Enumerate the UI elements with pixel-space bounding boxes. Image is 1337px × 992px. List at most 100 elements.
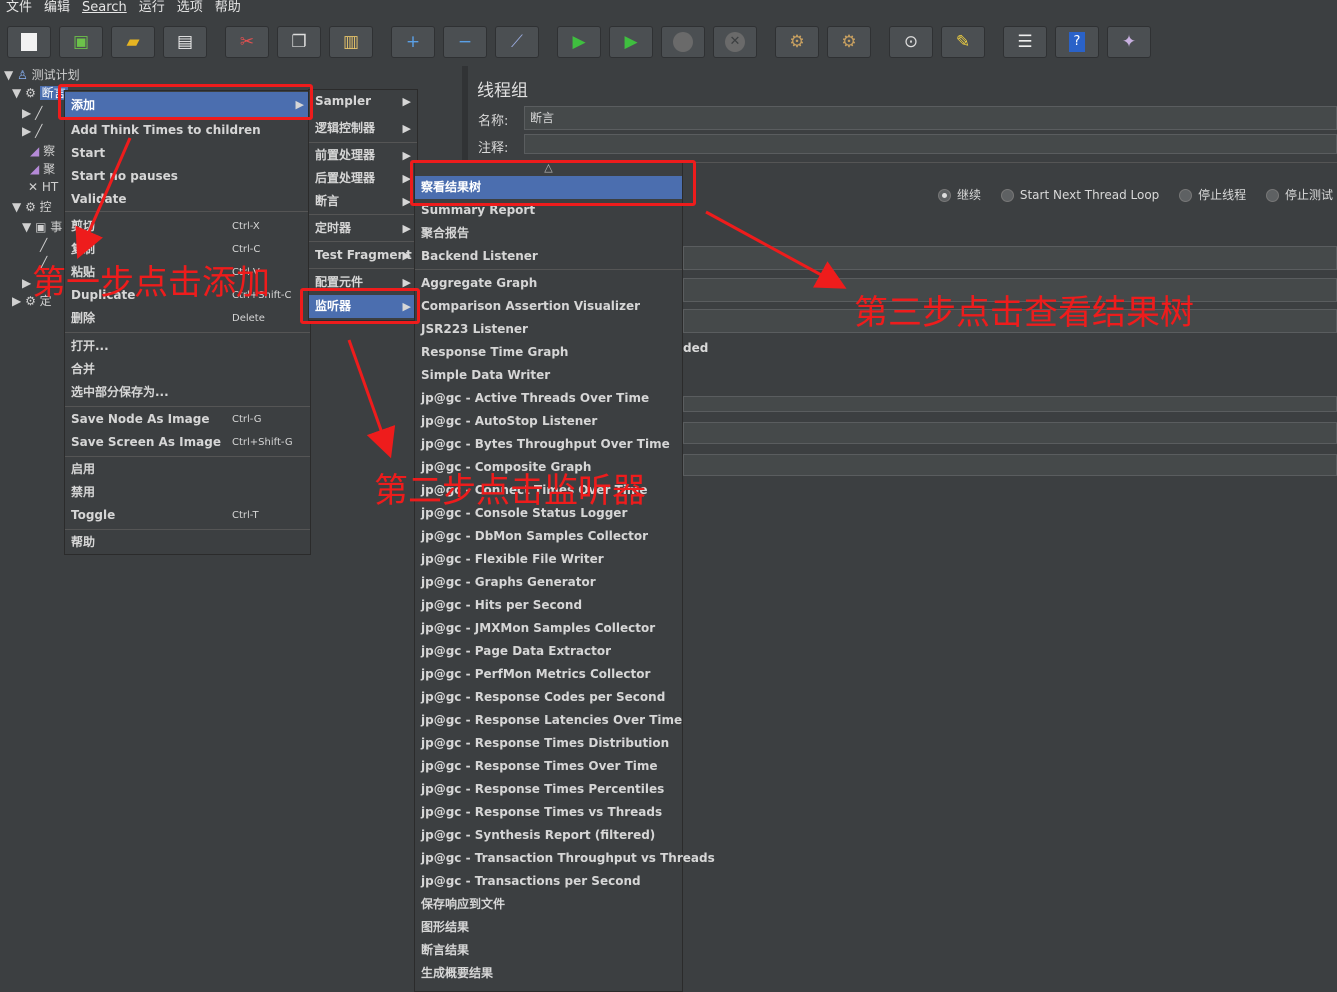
tree-node-listener[interactable]: ◢ 察 [30, 142, 55, 160]
listener-item[interactable]: 聚合报告 [415, 222, 682, 245]
listener-item[interactable]: Aggregate Graph [415, 272, 682, 295]
tree-node-child[interactable]: ▶ ╱ [22, 122, 42, 140]
cut-icon[interactable]: ✂ [225, 26, 269, 58]
paste-icon[interactable]: ▥ [329, 26, 373, 58]
tree-node-transaction[interactable]: ▼ ▣ 事 [22, 218, 62, 236]
tree-node-listener[interactable]: ◢ 聚 [30, 160, 55, 178]
delay-field[interactable] [683, 422, 1337, 444]
submenu-postprocessor[interactable]: 后置处理器 ▶ [309, 167, 417, 190]
listener-item[interactable]: Response Time Graph [415, 341, 682, 364]
menu-item-delete[interactable]: 删除 Delete [65, 307, 310, 330]
menu-item-toggle[interactable]: Toggle Ctrl-T [65, 504, 310, 527]
listener-item[interactable]: jp@gc - Graphs Generator [415, 571, 682, 594]
expand-icon[interactable]: + [391, 26, 435, 58]
menu-item-think-times[interactable]: Add Think Times to children [65, 119, 310, 142]
menu-item-save-selection[interactable]: 选中部分保存为... [65, 381, 310, 404]
submenu-logic-controller[interactable]: 逻辑控制器 ▶ [309, 117, 417, 140]
stop-icon[interactable] [661, 26, 705, 58]
listener-item[interactable]: jp@gc - Transactions per Second [415, 870, 682, 893]
save-icon[interactable]: ▤ [163, 26, 207, 58]
listener-item[interactable]: jp@gc - Hits per Second [415, 594, 682, 617]
expand-arrow-icon[interactable]: ▶ [22, 124, 31, 138]
radio-start-next-loop[interactable]: Start Next Thread Loop [1000, 188, 1159, 202]
tree-node-test-plan[interactable]: ▼ ♙ 测试计划 [4, 66, 80, 84]
collapse-icon[interactable]: − [443, 26, 487, 58]
tree-node-sampler[interactable]: ╱ [40, 236, 47, 254]
collapse-arrow-icon[interactable]: ▼ [4, 68, 13, 82]
templates-icon[interactable]: ▣ [59, 26, 103, 58]
submenu-assertion[interactable]: 断言 ▶ [309, 190, 417, 213]
tree-node-http[interactable]: ✕ HT [28, 178, 58, 196]
listener-item[interactable]: JSR223 Listener [415, 318, 682, 341]
menu-item-cut[interactable]: 剪切 Ctrl-X [65, 215, 310, 238]
listener-item[interactable]: jp@gc - Flexible File Writer [415, 548, 682, 571]
menu-options[interactable]: 选项 [171, 0, 209, 18]
radio-stop-test[interactable]: 停止测试 [1265, 188, 1333, 202]
menu-search[interactable]: Search [76, 0, 133, 18]
menu-item-open[interactable]: 打开... [65, 335, 310, 358]
threads-field[interactable] [683, 246, 1337, 270]
duration-field[interactable] [683, 396, 1337, 412]
start-icon[interactable]: ▶ [557, 26, 601, 58]
listener-item[interactable]: jp@gc - Bytes Throughput Over Time [415, 433, 682, 456]
menu-item-save-screen-image[interactable]: Save Screen As Image Ctrl+Shift-G [65, 431, 310, 454]
clear-icon[interactable]: ⚙ [775, 26, 819, 58]
menu-item-disable[interactable]: 禁用 [65, 481, 310, 504]
menu-item-start[interactable]: Start [65, 142, 310, 165]
listener-item[interactable]: Backend Listener [415, 245, 682, 268]
menu-edit[interactable]: 编辑 [38, 0, 76, 18]
tree-node-child[interactable]: ▶ ╱ [22, 104, 42, 122]
menu-item-enable[interactable]: 启用 [65, 458, 310, 481]
listener-item[interactable]: jp@gc - JMXMon Samples Collector [415, 617, 682, 640]
listener-item[interactable]: jp@gc - Response Times Over Time [415, 755, 682, 778]
listener-item[interactable]: jp@gc - Transaction Throughput vs Thread… [415, 847, 715, 870]
listener-item[interactable]: 断言结果 [415, 939, 682, 962]
listener-item[interactable]: Simple Data Writer [415, 364, 682, 387]
listener-item[interactable]: jp@gc - Response Times Percentiles [415, 778, 682, 801]
menu-item-merge[interactable]: 合并 [65, 358, 310, 381]
menu-item-validate[interactable]: Validate [65, 188, 310, 211]
help-icon[interactable]: ? [1055, 26, 1099, 58]
listener-item[interactable]: 生成概要结果 [415, 962, 682, 985]
new-icon[interactable] [7, 26, 51, 58]
shutdown-icon[interactable]: ✕ [713, 26, 757, 58]
tree-node-child[interactable]: ▶ [22, 274, 31, 292]
menu-help[interactable]: 帮助 [209, 0, 247, 18]
listener-item[interactable]: 图形结果 [415, 916, 682, 939]
toggle-icon[interactable]: ⟋ [495, 26, 539, 58]
clear-all-icon[interactable]: ⚙ [827, 26, 871, 58]
collapse-arrow-icon[interactable]: ▼ [12, 86, 21, 100]
listener-item[interactable]: jp@gc - Response Times vs Threads [415, 801, 682, 824]
listener-item[interactable]: 保存响应到文件 [415, 893, 682, 916]
expand-arrow-icon[interactable]: ▶ [12, 294, 21, 308]
menu-item-help[interactable]: 帮助 [65, 531, 310, 554]
menu-item-save-node-image[interactable]: Save Node As Image Ctrl-G [65, 408, 310, 431]
startup-field[interactable] [683, 454, 1337, 476]
expand-arrow-icon[interactable]: ▶ [22, 106, 31, 120]
menu-file[interactable]: 文件 [0, 0, 38, 18]
submenu-timer[interactable]: 定时器 ▶ [309, 217, 417, 240]
listener-item[interactable]: jp@gc - Page Data Extractor [415, 640, 682, 663]
function-helper-icon[interactable]: ☰ [1003, 26, 1047, 58]
expand-arrow-icon[interactable]: ▶ [22, 276, 31, 290]
search-icon[interactable]: ⊙ [889, 26, 933, 58]
listener-item[interactable]: jp@gc - Active Threads Over Time [415, 387, 682, 410]
start-no-pauses-icon[interactable]: ▶ [609, 26, 653, 58]
collapse-arrow-icon[interactable]: ▼ [22, 220, 31, 234]
listener-item[interactable]: Comparison Assertion Visualizer [415, 295, 682, 318]
submenu-preprocessor[interactable]: 前置处理器 ▶ [309, 144, 417, 167]
listener-item[interactable]: jp@gc - AutoStop Listener [415, 410, 682, 433]
listener-item[interactable]: jp@gc - DbMon Samples Collector [415, 525, 682, 548]
comment-field[interactable] [524, 134, 1337, 154]
copy-icon[interactable]: ❐ [277, 26, 321, 58]
name-field[interactable]: 断言 [524, 106, 1337, 130]
tree-node-controller[interactable]: ▼ ⚙ 控 [12, 198, 52, 216]
collapse-arrow-icon[interactable]: ▼ [12, 200, 21, 214]
menu-run[interactable]: 运行 [133, 0, 171, 18]
listener-item[interactable]: jp@gc - Synthesis Report (filtered) [415, 824, 682, 847]
submenu-sampler[interactable]: Sampler ▶ [309, 90, 417, 113]
submenu-test-fragment[interactable]: Test Fragment ▶ [309, 244, 417, 267]
open-icon[interactable]: ▰ [111, 26, 155, 58]
menu-item-start-no-pauses[interactable]: Start no pauses [65, 165, 310, 188]
listener-item[interactable]: jp@gc - Response Times Distribution [415, 732, 682, 755]
